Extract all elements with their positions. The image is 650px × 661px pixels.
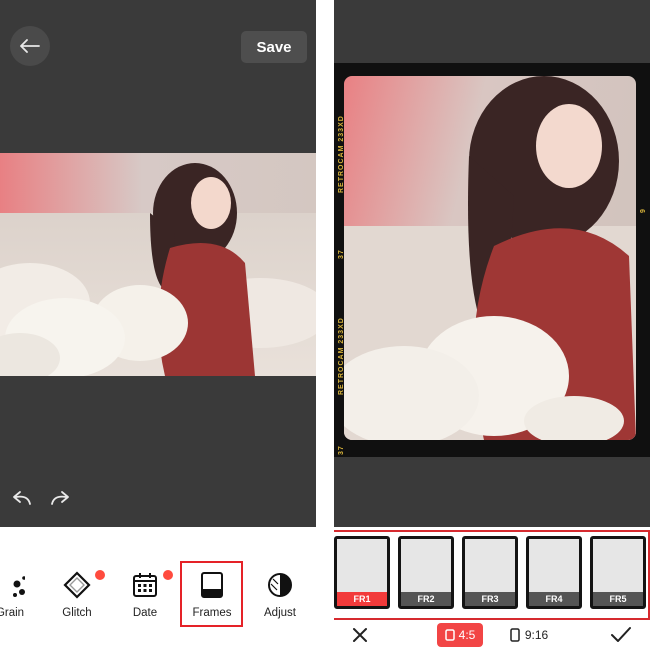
- film-edge-text: 9: [640, 208, 647, 213]
- ratio-label: 4:5: [458, 628, 476, 642]
- tool-label: Adjust: [264, 607, 296, 619]
- back-button[interactable]: [10, 26, 50, 66]
- frame-option-fr1[interactable]: FR1: [334, 536, 390, 609]
- redo-icon: [51, 491, 69, 505]
- frame-label: FR1: [337, 592, 387, 606]
- redo-button[interactable]: [48, 485, 74, 511]
- ratio-frame-icon: [510, 628, 520, 642]
- calendar-icon: [133, 573, 157, 597]
- glitch-icon: [63, 571, 91, 599]
- frame-label: FR2: [401, 592, 451, 606]
- close-icon: [353, 628, 367, 642]
- undo-icon: [13, 491, 31, 505]
- frame-option-fr4[interactable]: FR4: [526, 536, 582, 609]
- ratio-label: 9:16: [524, 628, 549, 642]
- confirm-button[interactable]: [610, 625, 632, 645]
- film-edge-text: 37: [338, 445, 345, 455]
- tool-label: Date: [132, 607, 158, 619]
- new-badge: [94, 569, 106, 581]
- close-button[interactable]: [350, 625, 370, 645]
- editor-left-panel: Save Grain Glitch Date Frames Adjust: [0, 0, 316, 661]
- save-button[interactable]: Save: [241, 31, 307, 63]
- frame-option-fr3[interactable]: FR3: [462, 536, 518, 609]
- grain-icon: [13, 576, 25, 597]
- ratio-9-16-button[interactable]: 9:16: [504, 623, 554, 647]
- arrow-left-icon: [20, 39, 40, 53]
- tool-date[interactable]: Date: [110, 560, 180, 630]
- tool-grain[interactable]: Grain: [0, 560, 45, 630]
- frame-label: FR4: [529, 592, 579, 606]
- frame-label: FR3: [465, 592, 515, 606]
- frame-label: FR5: [593, 592, 643, 606]
- panel-divider: [316, 0, 334, 661]
- film-frame-preview: RETROCAM 233XD 37 RETROCAM 233XD 37 9: [334, 63, 650, 457]
- selected-tool-highlight: [180, 561, 243, 627]
- ratio-4-5-button[interactable]: 4:5: [437, 623, 483, 647]
- editor-right-panel: RETROCAM 233XD 37 RETROCAM 233XD 37 9 FR…: [334, 0, 650, 661]
- tool-glitch[interactable]: Glitch: [42, 560, 112, 630]
- tool-label: Glitch: [62, 607, 92, 619]
- new-badge: [162, 569, 174, 581]
- check-icon: [611, 627, 631, 642]
- undo-button[interactable]: [8, 485, 34, 511]
- frame-option-fr5[interactable]: FR5: [590, 536, 646, 609]
- tool-label: Grain: [0, 607, 25, 619]
- frame-option-fr2[interactable]: FR2: [398, 536, 454, 609]
- framed-photo: [344, 76, 636, 440]
- ratio-frame-icon: [444, 629, 455, 641]
- adjust-icon: [268, 573, 292, 597]
- photo-preview: [0, 153, 316, 376]
- tool-adjust[interactable]: Adjust: [245, 560, 315, 630]
